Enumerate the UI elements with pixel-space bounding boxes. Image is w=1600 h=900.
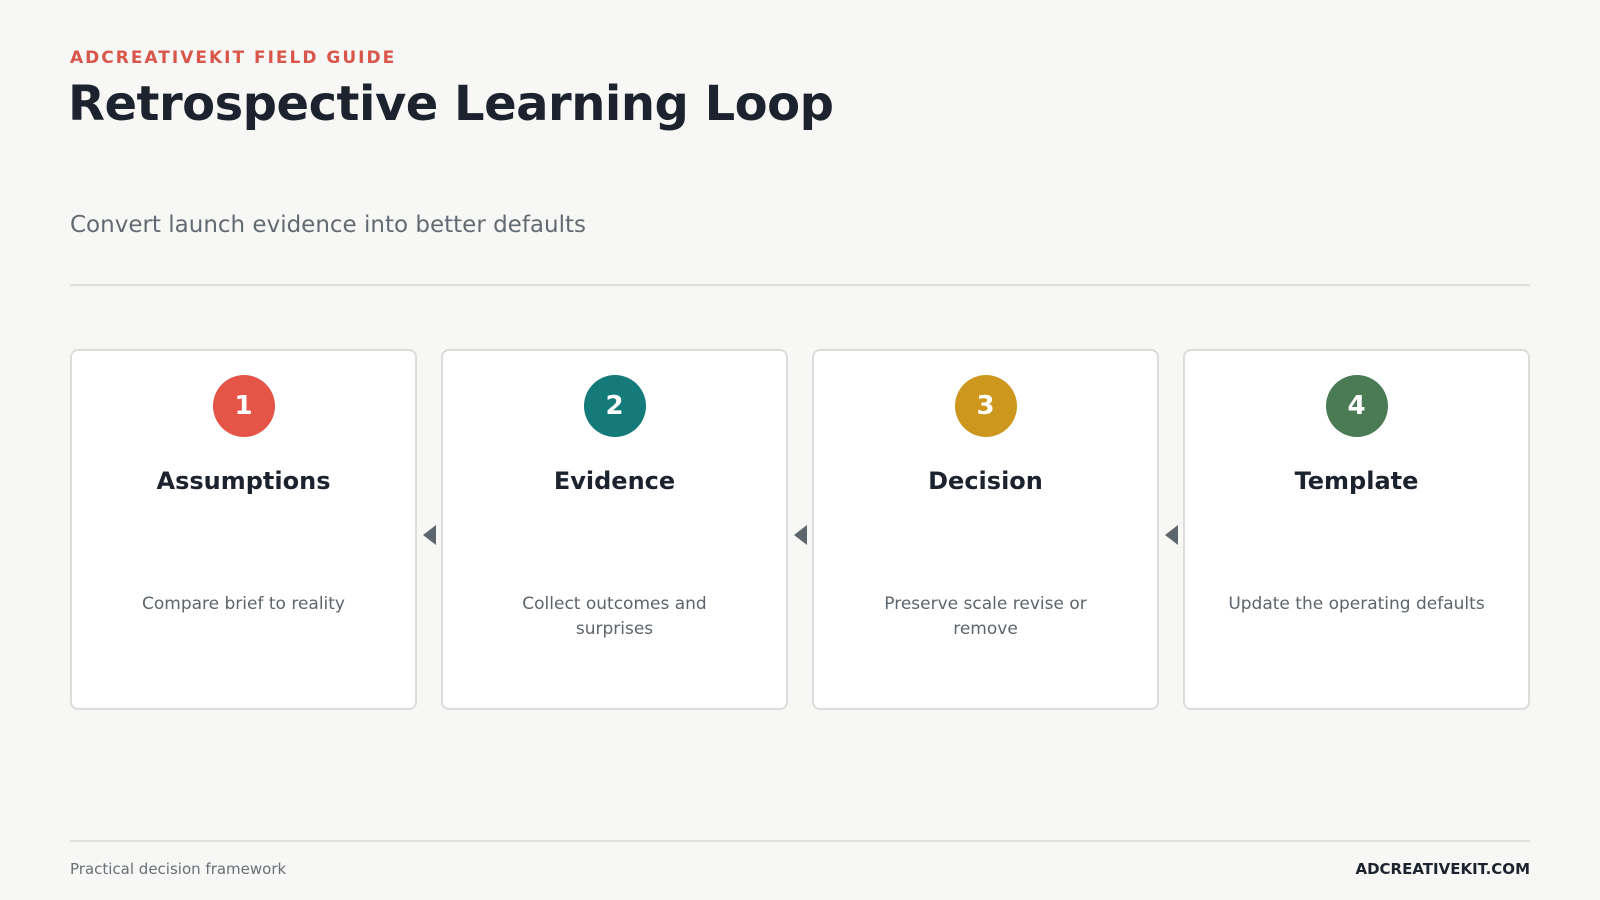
step-description: Preserve scale revise or remove [884, 594, 1087, 639]
step-card-assumptions: 1 Assumptions Compare brief to reality [70, 349, 417, 710]
step-card-evidence: 2 Evidence Collect outcomes and surprise… [441, 349, 788, 710]
step-card-template: 4 Template Update the operating defaults [1183, 349, 1530, 710]
step-number-badge: 4 [1325, 375, 1388, 437]
step-title: Evidence [553, 467, 676, 495]
steps-diagram: 1 Assumptions Compare brief to reality 2… [70, 349, 1530, 710]
step-description: Collect outcomes and surprises [522, 594, 707, 639]
footer-tagline: Practical decision framework [70, 860, 287, 878]
page-subtitle: Convert launch evidence into better defa… [70, 212, 586, 238]
step-description: Compare brief to reality [141, 594, 345, 614]
arrow-left-icon [423, 525, 436, 545]
step-title: Decision [928, 467, 1043, 495]
top-divider [70, 284, 1530, 286]
footer-website: ADCREATIVEKIT.COM [1355, 860, 1530, 878]
step-card-decision: 3 Decision Preserve scale revise or remo… [812, 349, 1159, 710]
arrow-left-icon [794, 525, 807, 545]
bottom-divider [70, 840, 1530, 842]
eyebrow-label: ADCREATIVEKIT FIELD GUIDE [70, 48, 397, 68]
page-title: Retrospective Learning Loop [68, 76, 834, 132]
step-title: Template [1294, 467, 1419, 495]
step-description: Update the operating defaults [1228, 594, 1485, 614]
arrow-left-icon [1165, 525, 1178, 545]
slide: ADCREATIVEKIT FIELD GUIDE Retrospective … [0, 0, 1600, 900]
step-number-badge: 2 [583, 375, 646, 437]
step-title: Assumptions [156, 467, 331, 495]
step-number-badge: 3 [954, 375, 1017, 437]
step-number-badge: 1 [212, 375, 275, 437]
